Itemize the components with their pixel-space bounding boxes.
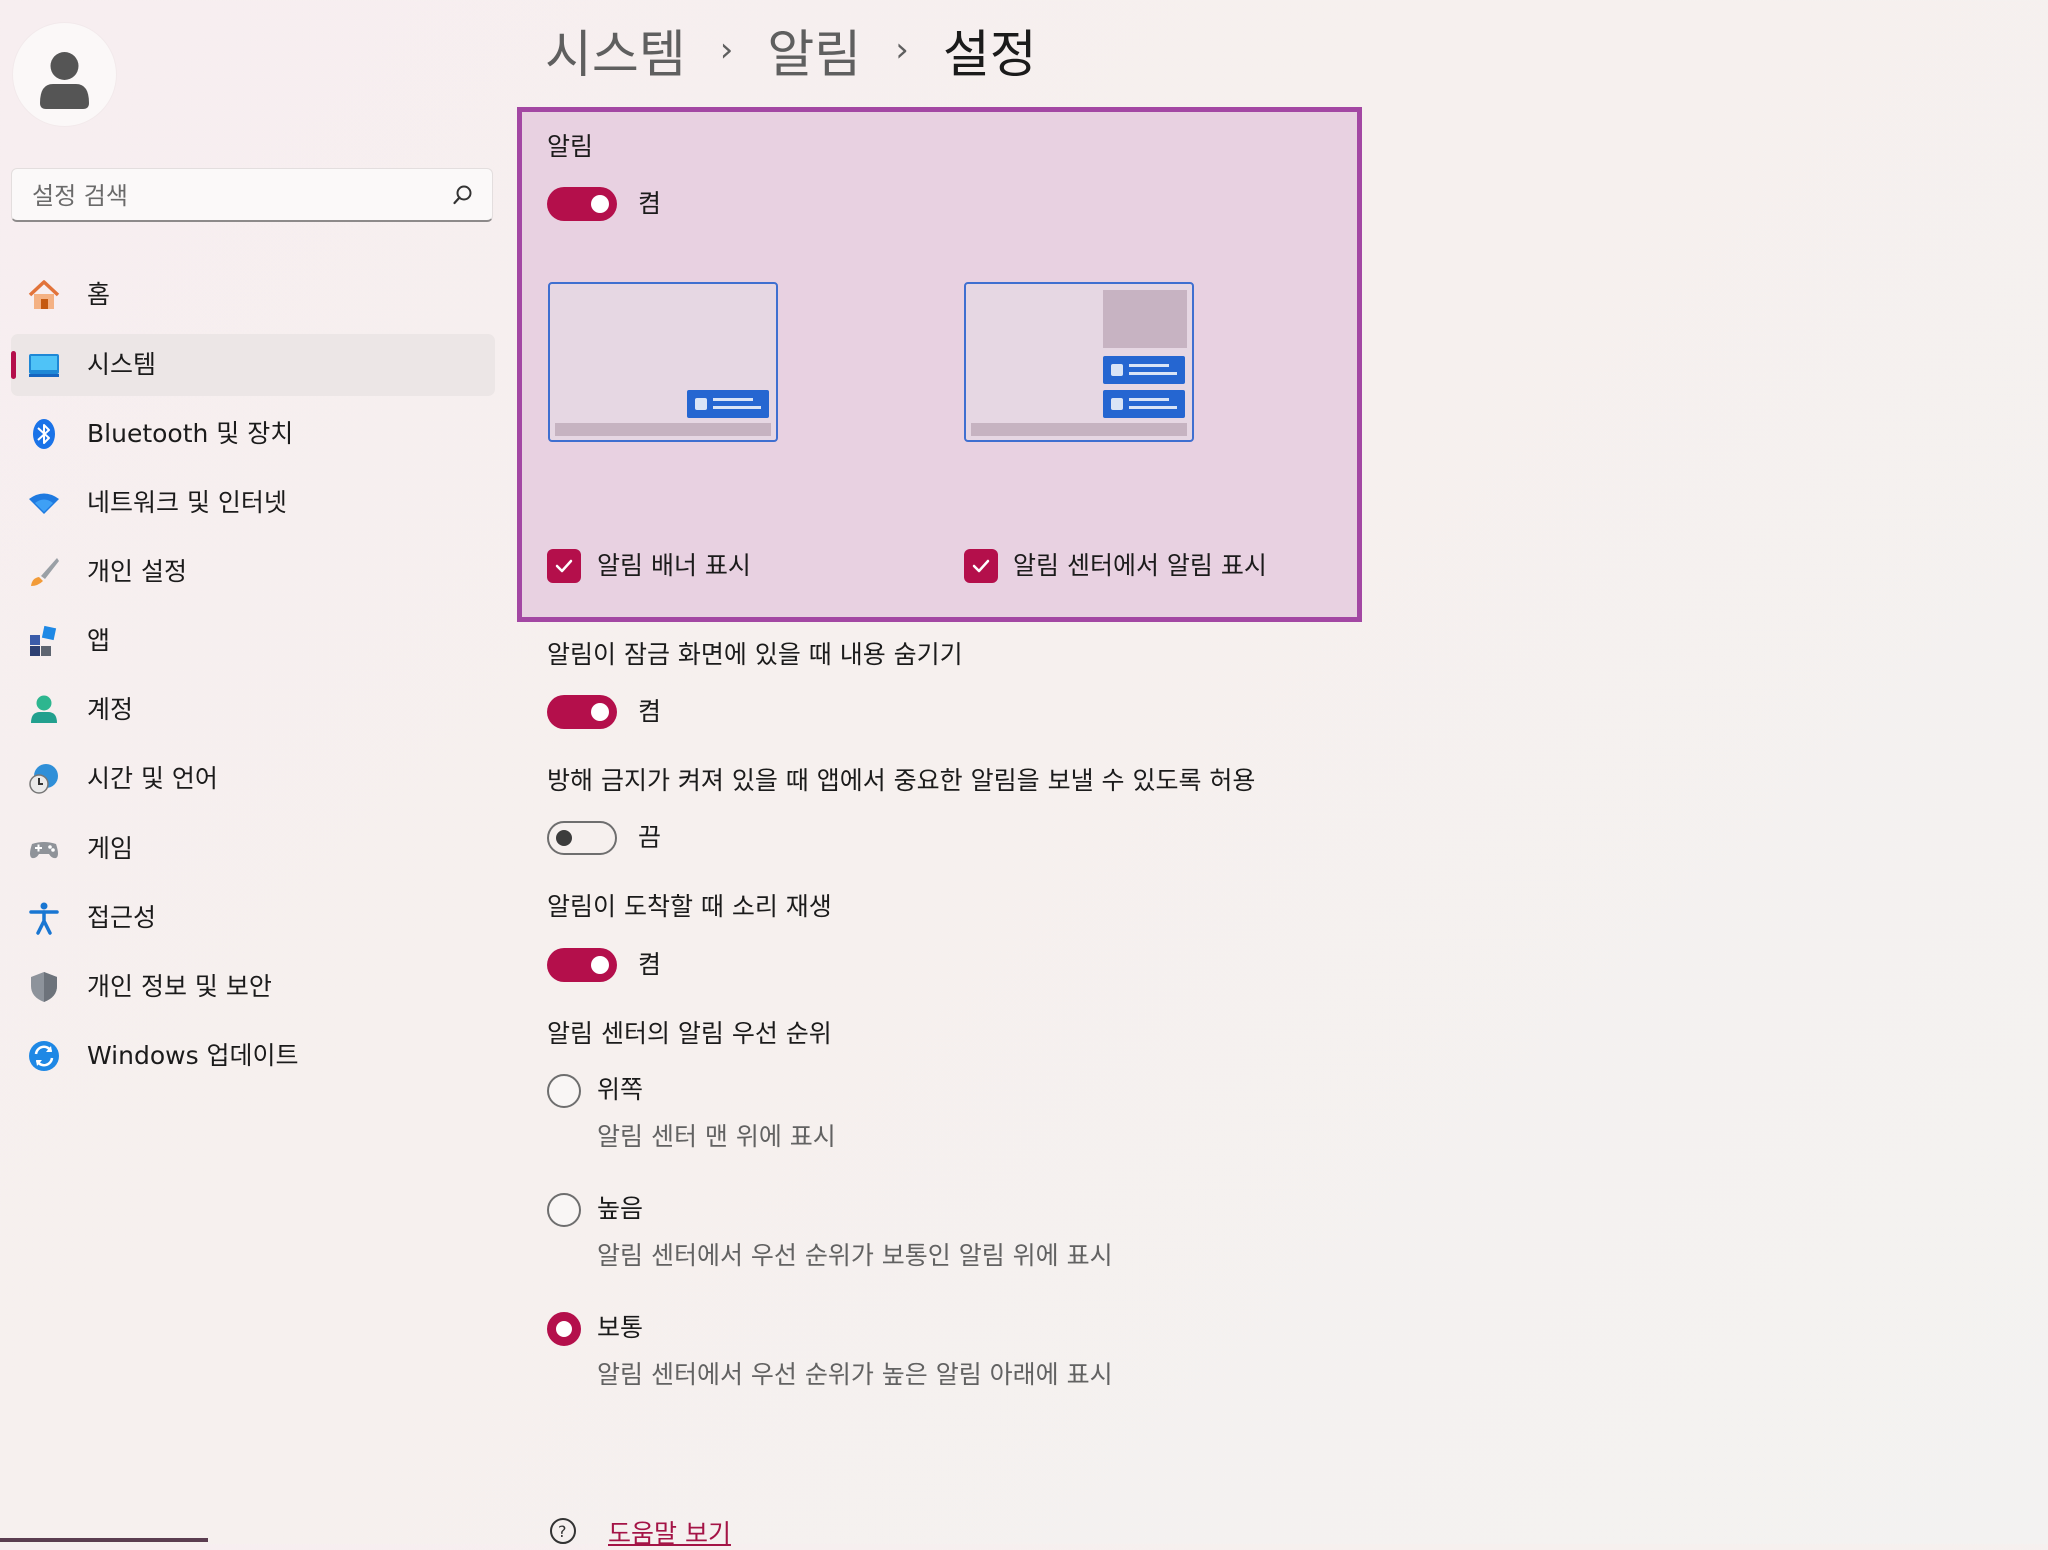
notification-center-preview <box>964 282 1194 442</box>
svg-text:?: ? <box>558 1522 567 1541</box>
hide-content-lockscreen-label: 알림이 잠금 화면에 있을 때 내용 숨기기 <box>547 640 963 669</box>
sidebar-item-privacy[interactable]: 개인 정보 및 보안 <box>11 956 495 1018</box>
sidebar-item-windows-update[interactable]: Windows 업데이트 <box>11 1025 495 1087</box>
show-banner-label: 알림 배너 표시 <box>597 551 751 580</box>
account-icon <box>31 695 57 723</box>
breadcrumb-notifications[interactable]: 알림 <box>767 13 861 87</box>
avatar[interactable] <box>13 23 116 126</box>
sidebar-item-network[interactable]: 네트워크 및 인터넷 <box>11 472 495 534</box>
priority-normal-label: 보통 <box>597 1313 644 1342</box>
chevron-right-icon: › <box>719 30 734 70</box>
dnd-priority-label: 방해 금지가 켜져 있을 때 앱에서 중요한 알림을 보낼 수 있도록 허용 <box>547 766 1256 795</box>
play-sound-label: 알림이 도착할 때 소리 재생 <box>547 892 832 921</box>
sidebar-item-label: Windows 업데이트 <box>87 1041 299 1070</box>
sidebar-item-label: 앱 <box>87 626 111 655</box>
taskbar-edge <box>0 1538 208 1542</box>
sidebar-item-accessibility[interactable]: 접근성 <box>11 887 495 949</box>
home-icon <box>28 280 60 309</box>
bluetooth-icon <box>33 419 55 449</box>
priority-top-label: 위쪽 <box>597 1075 644 1104</box>
sidebar-item-label: 네트워크 및 인터넷 <box>87 488 287 517</box>
notification-center-toast-2 <box>1103 390 1185 418</box>
time-language-icon <box>29 764 58 794</box>
sidebar-item-label: 시스템 <box>87 350 157 379</box>
checkmark-icon <box>555 559 573 573</box>
sidebar-item-label: 게임 <box>87 834 134 863</box>
notifications-title: 알림 <box>547 132 594 161</box>
play-sound-toggle[interactable] <box>547 948 617 982</box>
page-title: 설정 <box>942 26 1037 85</box>
banner-preview-toast <box>687 390 769 418</box>
gamepad-icon <box>30 842 58 859</box>
show-in-center-label: 알림 센터에서 알림 표시 <box>1013 551 1267 580</box>
sidebar-item-gaming[interactable]: 게임 <box>11 818 495 880</box>
sidebar-item-personalization[interactable]: 개인 설정 <box>11 541 495 603</box>
sidebar-item-bluetooth[interactable]: Bluetooth 및 장치 <box>11 403 495 465</box>
windows-update-icon <box>29 1041 59 1071</box>
hide-content-lockscreen-toggle[interactable] <box>547 695 617 729</box>
sidebar-item-accounts[interactable]: 계정 <box>11 679 495 741</box>
breadcrumb-system[interactable]: 시스템 <box>545 13 686 87</box>
sidebar-item-home[interactable]: 홈 <box>11 264 495 326</box>
get-help-link[interactable]: 도움말 보기 <box>608 1514 731 1550</box>
checkmark-icon <box>972 559 990 573</box>
help-icon[interactable]: ? <box>548 1516 578 1544</box>
sidebar-item-label: 계정 <box>87 695 134 724</box>
dnd-priority-toggle[interactable] <box>547 821 617 855</box>
preview-taskbar <box>971 423 1187 436</box>
preview-calendar-block <box>1103 290 1187 348</box>
show-in-center-checkbox[interactable] <box>964 549 998 583</box>
priority-high-radio[interactable] <box>547 1193 581 1227</box>
paintbrush-icon <box>31 558 59 586</box>
priority-normal-description: 알림 센터에서 우선 순위가 높은 알림 아래에 표시 <box>597 1360 1113 1389</box>
dnd-priority-state: 끔 <box>638 823 662 852</box>
search-icon[interactable] <box>452 184 474 206</box>
shield-icon <box>31 972 57 1002</box>
priority-high-description: 알림 센터에서 우선 순위가 보통인 알림 위에 표시 <box>597 1241 1113 1270</box>
sidebar-item-label: 개인 정보 및 보안 <box>87 972 272 1001</box>
system-display-icon <box>29 354 59 377</box>
breadcrumb: 시스템 › 알림 › 설정 <box>545 14 1037 86</box>
selection-indicator <box>11 351 16 379</box>
priority-high-label: 높음 <box>597 1194 644 1223</box>
search-input[interactable] <box>30 177 434 215</box>
priority-normal-radio[interactable] <box>547 1312 581 1346</box>
banner-preview <box>548 282 778 442</box>
search-box[interactable] <box>11 168 493 222</box>
sidebar-item-label: 개인 설정 <box>87 557 187 586</box>
notification-center-toast-1 <box>1103 356 1185 384</box>
sidebar-item-system[interactable]: 시스템 <box>11 334 495 396</box>
show-banner-checkbox[interactable] <box>547 549 581 583</box>
preview-taskbar <box>555 423 771 436</box>
sidebar-item-label: 접근성 <box>87 903 157 932</box>
priority-top-description: 알림 센터 맨 위에 표시 <box>597 1122 836 1151</box>
sidebar-item-label: Bluetooth 및 장치 <box>87 419 294 448</box>
sidebar-item-label: 홈 <box>87 280 111 309</box>
notifications-toggle-state: 켬 <box>638 189 662 218</box>
wifi-icon <box>29 493 59 514</box>
apps-icon <box>30 625 57 656</box>
priority-section-title: 알림 센터의 알림 우선 순위 <box>547 1019 832 1048</box>
chevron-right-icon: › <box>895 30 909 70</box>
sidebar-item-label: 시간 및 언어 <box>87 764 218 793</box>
notifications-toggle[interactable] <box>547 187 617 221</box>
play-sound-state: 켬 <box>638 950 662 979</box>
sidebar-item-time-language[interactable]: 시간 및 언어 <box>11 748 495 810</box>
priority-top-radio[interactable] <box>547 1074 581 1108</box>
sidebar-item-apps[interactable]: 앱 <box>11 610 495 672</box>
hide-content-lockscreen-state: 켬 <box>638 697 662 726</box>
accessibility-icon <box>29 902 59 935</box>
user-avatar-icon <box>40 52 89 109</box>
